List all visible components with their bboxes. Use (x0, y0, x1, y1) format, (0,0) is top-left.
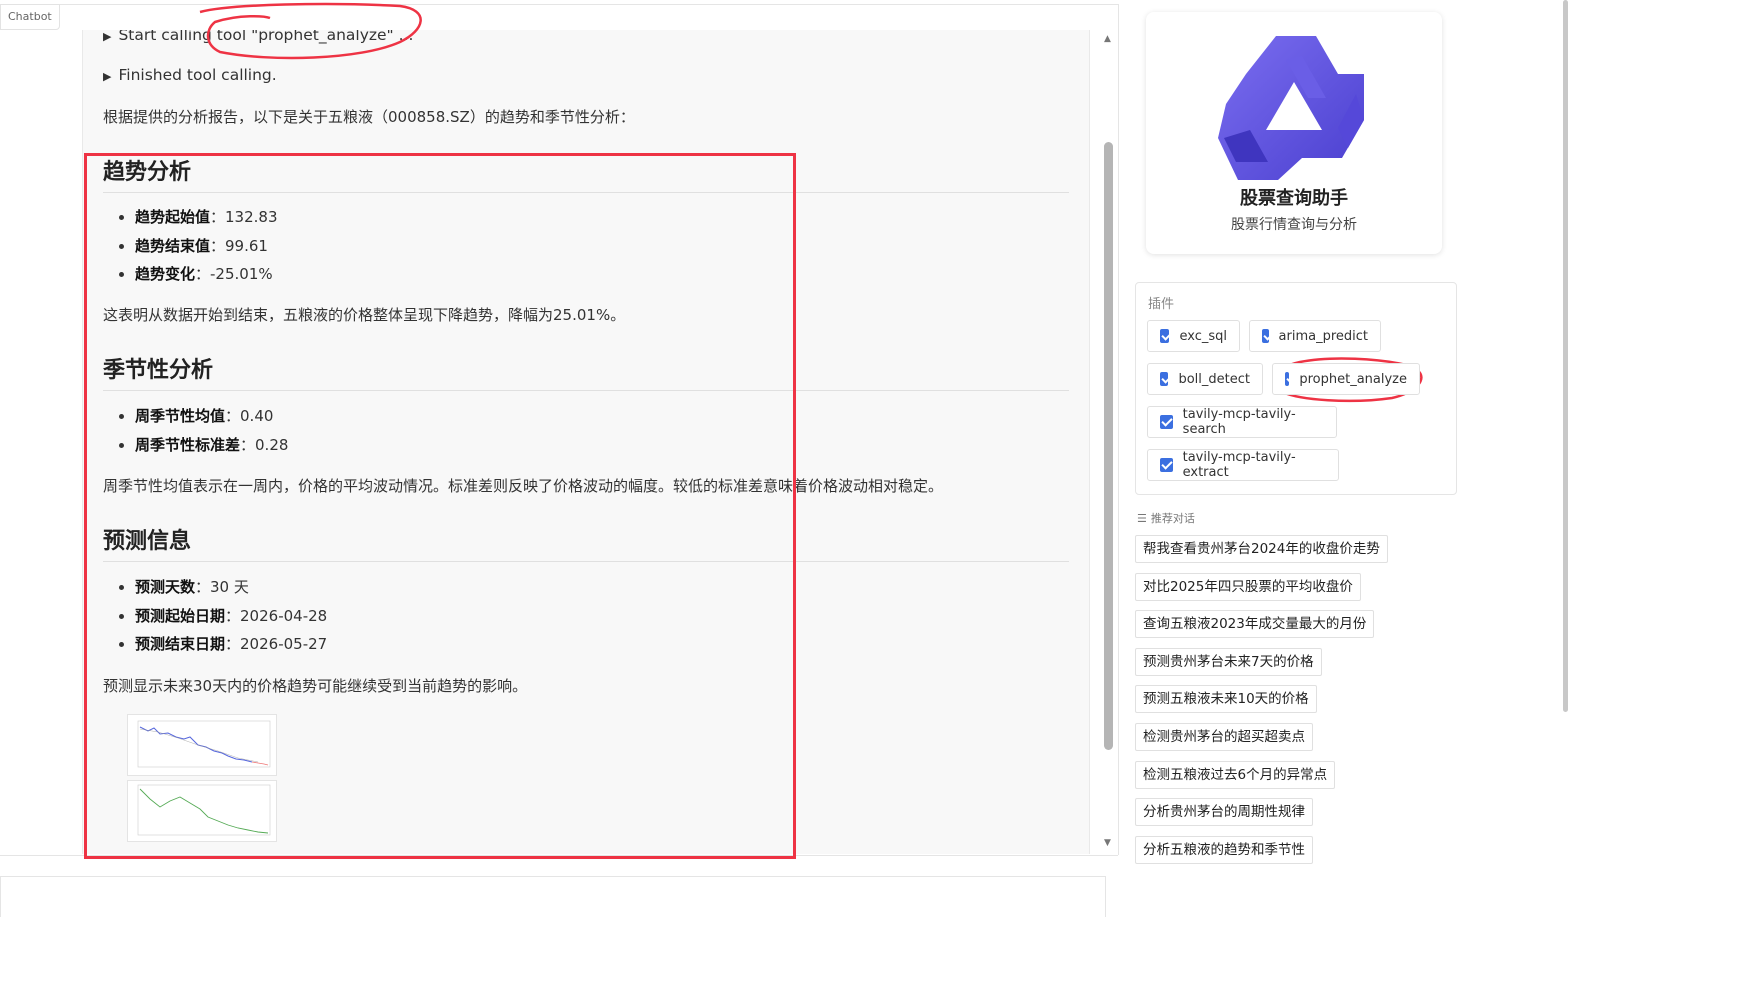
section-heading-seasonality: 季节性分析 (103, 352, 1069, 391)
plugin-group-title: 插件 (1148, 297, 1175, 312)
forecast-summary: 预测显示未来30天内的价格趋势可能继续受到当前趋势的影响。 (103, 677, 528, 695)
forecast-plot-image[interactable] (127, 714, 277, 776)
scroll-down-icon[interactable]: ▼ (1104, 838, 1111, 848)
plugin-checkbox-exc-sql[interactable]: exc_sql (1147, 320, 1240, 352)
checkbox-icon (1285, 372, 1290, 386)
list-item: 预测结束日期：2026-05-27 (135, 630, 327, 659)
checkbox-icon (1160, 415, 1173, 429)
plugin-checkbox-boll-detect[interactable]: boll_detect (1147, 363, 1263, 395)
seasonality-summary: 周季节性均值表示在一周内，价格的平均波动情况。标准差则反映了价格波动的幅度。较低… (103, 477, 944, 495)
chat-scrollbar[interactable] (1104, 142, 1113, 750)
plugin-checkbox-tavily-extract[interactable]: tavily-mcp-tavily-extract (1147, 449, 1339, 481)
chat-area[interactable]: ▶ Start calling tool "prophet_analyze" ..… (82, 30, 1090, 854)
forecast-list: 预测天数：30 天 预测起始日期：2026-04-28 预测结束日期：2026-… (103, 573, 327, 659)
page-scrollbar[interactable] (1563, 0, 1568, 712)
list-item: 趋势变化：-25.01% (135, 260, 278, 289)
app-logo-card: 股票查询助手 股票行情查询与分析 (1146, 12, 1442, 254)
trend-component-image[interactable] (127, 780, 277, 842)
recommend-button[interactable]: 检测五粮液过去6个月的异常点 (1135, 761, 1336, 789)
chatbot-label: Chatbot (0, 4, 60, 30)
caret-right-icon: ▶ (103, 30, 112, 43)
message-input[interactable] (0, 876, 1106, 917)
recommend-button[interactable]: 检测贵州茅台的超买超卖点 (1135, 723, 1313, 751)
trend-component-graphic (137, 784, 271, 836)
list-item: 周季节性均值：0.40 (135, 402, 288, 431)
list-item: 趋势起始值：132.83 (135, 203, 278, 232)
scroll-up-icon[interactable]: ▲ (1104, 34, 1111, 44)
list-item: 预测起始日期：2026-04-28 (135, 602, 327, 631)
app-title: 股票查询助手 (1240, 188, 1348, 209)
recommend-button[interactable]: 帮我查看贵州茅台2024年的收盘价走势 (1135, 535, 1388, 563)
plugin-checkbox-tavily-search[interactable]: tavily-mcp-tavily-search (1147, 406, 1337, 438)
forecast-plot-graphic (137, 720, 271, 768)
checkbox-icon (1160, 372, 1169, 386)
plugin-checkbox-arima-predict[interactable]: arima_predict (1249, 320, 1381, 352)
tool-start-toggle[interactable]: ▶ Start calling tool "prophet_analyze" ..… (103, 30, 413, 44)
seasonality-list: 周季节性均值：0.40 周季节性标准差：0.28 (103, 402, 288, 459)
recommend-button[interactable]: 对比2025年四只股票的平均收盘价 (1135, 573, 1361, 601)
trend-list: 趋势起始值：132.83 趋势结束值：99.61 趋势变化：-25.01% (103, 203, 278, 289)
list-item: 趋势结束值：99.61 (135, 232, 278, 261)
recommend-button[interactable]: 分析贵州茅台的周期性规律 (1135, 798, 1313, 826)
list-item: 预测天数：30 天 (135, 573, 327, 602)
divider (0, 855, 1118, 856)
intro-text: 根据提供的分析报告，以下是关于五粮液（000858.SZ）的趋势和季节性分析： (103, 108, 635, 126)
section-heading-forecast: 预测信息 (103, 523, 1069, 562)
recommend-button[interactable]: 预测五粮液未来10天的价格 (1135, 685, 1317, 713)
caret-right-icon: ▶ (103, 70, 112, 83)
app-subtitle: 股票行情查询与分析 (1231, 217, 1357, 233)
checkbox-icon (1262, 329, 1269, 343)
plugin-checkbox-prophet-analyze[interactable]: prophet_analyze (1272, 363, 1420, 395)
recommend-header: ☰ 推荐对话 (1137, 512, 1195, 525)
recommend-button[interactable]: 分析五粮液的趋势和季节性 (1135, 836, 1313, 864)
section-heading-trend: 趋势分析 (103, 154, 1069, 193)
recommend-button[interactable]: 预测贵州茅台未来7天的价格 (1135, 648, 1322, 676)
recommend-button[interactable]: 查询五粮液2023年成交量最大的月份 (1135, 610, 1375, 638)
tool-finished-toggle[interactable]: ▶ Finished tool calling. (103, 66, 277, 84)
list-icon: ☰ (1137, 512, 1147, 525)
logo-icon (1218, 36, 1364, 180)
trend-summary: 这表明从数据开始到结束，五粮液的价格整体呈现下降趋势，降幅为25.01%。 (103, 306, 626, 324)
list-item: 周季节性标准差：0.28 (135, 431, 288, 460)
checkbox-icon (1160, 458, 1173, 472)
checkbox-icon (1160, 329, 1170, 343)
